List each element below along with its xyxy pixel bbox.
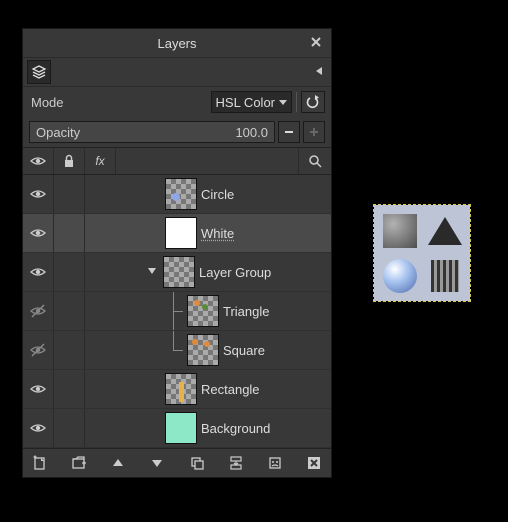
mode-select[interactable]: HSL Color (211, 91, 292, 113)
opacity-field[interactable]: Opacity 100.0 (29, 121, 275, 143)
layer-row[interactable]: Background (23, 409, 331, 448)
preview-thumb (380, 211, 419, 250)
new-layer-button[interactable] (29, 452, 51, 474)
layer-content: Background (85, 409, 331, 447)
preview-thumb (380, 256, 419, 295)
layer-row[interactable]: Triangle (23, 292, 331, 331)
layer-content: Triangle (85, 292, 331, 330)
anchor-button[interactable] (264, 452, 286, 474)
visibility-toggle[interactable] (23, 292, 54, 330)
window-title: Layers (157, 36, 196, 51)
bottom-toolbar (23, 448, 331, 477)
layer-content: Rectangle (85, 370, 331, 408)
visibility-toggle[interactable] (23, 409, 54, 447)
layer-name[interactable]: White (201, 226, 234, 241)
layer-row[interactable]: Square (23, 331, 331, 370)
visibility-toggle[interactable] (23, 253, 54, 291)
link-cell[interactable] (54, 175, 85, 213)
link-cell[interactable] (54, 409, 85, 447)
layer-name[interactable]: Triangle (223, 304, 269, 319)
opacity-decrease-button[interactable] (278, 121, 300, 143)
layer-row[interactable]: Layer Group (23, 253, 331, 292)
duplicate-button[interactable] (186, 452, 208, 474)
visibility-toggle[interactable] (23, 175, 54, 213)
raise-button[interactable] (107, 452, 129, 474)
link-cell[interactable] (54, 214, 85, 252)
preview-thumb (425, 211, 464, 250)
visibility-toggle[interactable] (23, 370, 54, 408)
tab-menu-icon[interactable] (313, 65, 327, 79)
expand-toggle[interactable] (147, 266, 159, 278)
new-group-button[interactable] (68, 452, 90, 474)
layer-name[interactable]: Square (223, 343, 265, 358)
link-cell[interactable] (54, 292, 85, 330)
tree-line (165, 331, 183, 369)
link-cell[interactable] (54, 370, 85, 408)
visibility-toggle[interactable] (23, 214, 54, 252)
layers-icon (31, 64, 47, 80)
dock-tabbar (23, 58, 331, 87)
mode-label: Mode (29, 95, 64, 110)
mode-row: Mode HSL Color (23, 87, 331, 117)
layer-name[interactable]: Rectangle (201, 382, 260, 397)
switch-mode-button[interactable] (301, 91, 325, 113)
fx-header[interactable]: fx (85, 148, 116, 174)
layer-row[interactable]: White (23, 214, 331, 253)
visibility-header[interactable] (23, 148, 54, 174)
lower-button[interactable] (146, 452, 168, 474)
visibility-toggle[interactable] (23, 331, 54, 369)
layer-name[interactable]: Background (201, 421, 270, 436)
layer-name[interactable]: Layer Group (199, 265, 271, 280)
opacity-increase-button[interactable] (303, 121, 325, 143)
layer-list: Circle White Layer Group Triangle Square Rect… (23, 175, 331, 448)
layer-content: Square (85, 331, 331, 369)
layers-tab[interactable] (27, 60, 51, 84)
lock-header[interactable] (54, 148, 85, 174)
delete-button[interactable] (303, 452, 325, 474)
link-cell[interactable] (54, 331, 85, 369)
search-header[interactable] (298, 148, 331, 174)
opacity-value: 100.0 (235, 125, 268, 140)
opacity-label: Opacity (36, 125, 80, 140)
layer-row[interactable]: Rectangle (23, 370, 331, 409)
opacity-row: Opacity 100.0 (23, 117, 331, 147)
preview-thumb (425, 256, 464, 295)
canvas-preview (374, 205, 470, 301)
layer-name[interactable]: Circle (201, 187, 234, 202)
layer-content: Circle (85, 175, 331, 213)
chevron-down-icon (279, 100, 287, 105)
titlebar: Layers (23, 29, 331, 58)
separator (296, 92, 297, 112)
layer-content: Layer Group (85, 253, 331, 291)
merge-down-button[interactable] (225, 452, 247, 474)
layer-row[interactable]: Circle (23, 175, 331, 214)
layer-list-header: fx (23, 147, 331, 175)
link-cell[interactable] (54, 253, 85, 291)
close-icon[interactable] (309, 35, 325, 51)
layer-content: White (85, 214, 331, 252)
mode-value: HSL Color (216, 95, 275, 110)
tree-line (165, 292, 183, 330)
layers-panel: Layers Mode HSL Color Opacity 100.0 (22, 28, 332, 478)
